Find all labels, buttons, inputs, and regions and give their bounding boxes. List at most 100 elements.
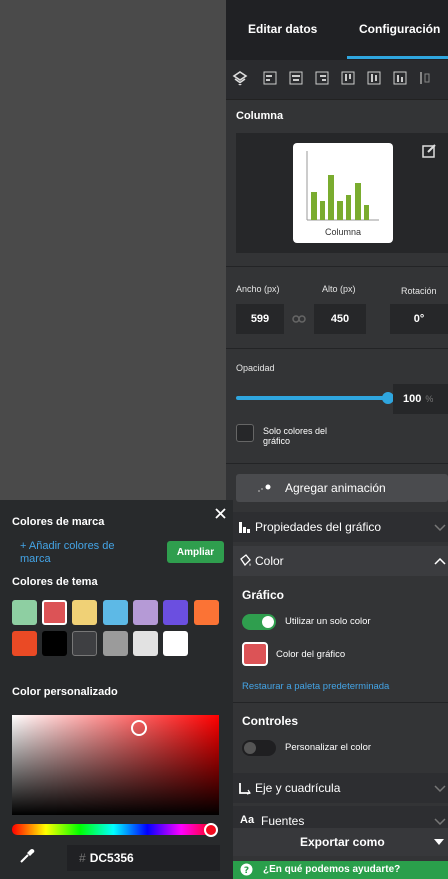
theme-swatch[interactable] (133, 631, 158, 656)
custom-color-toggle[interactable] (242, 740, 276, 756)
edit-icon[interactable] (421, 143, 437, 159)
tab-editar-datos[interactable]: Editar datos (248, 22, 317, 36)
theme-swatch[interactable] (163, 631, 188, 656)
hex-value: DC5356 (89, 851, 134, 865)
divider (226, 463, 448, 464)
theme-swatch[interactable] (72, 600, 97, 625)
opacity-label: Opacidad (236, 363, 275, 373)
accordion-chart-properties-label: Propiedades del gráfico (255, 520, 382, 534)
chart-preview-box: Columna (236, 133, 448, 253)
chevron-down-icon (434, 818, 446, 825)
chart-type-title: Columna (236, 110, 284, 122)
ampliar-button[interactable]: Ampliar (167, 541, 224, 563)
add-animation-label: Agregar animación (285, 481, 386, 495)
tab-bar: Editar datos Configuración (226, 0, 448, 60)
bar-chart-icon (239, 522, 250, 533)
align-center-icon[interactable] (288, 70, 304, 86)
hex-hash: # (79, 851, 86, 865)
height-label: Alto (px) (322, 284, 356, 294)
column-chart-thumbnail (306, 151, 379, 221)
chevron-up-icon (434, 558, 446, 565)
single-color-label: Utilizar un solo color (285, 616, 371, 627)
toggle-knob (244, 742, 256, 754)
accordion-chart-properties[interactable]: Propiedades del gráfico (226, 512, 448, 542)
single-color-toggle[interactable] (242, 614, 276, 630)
theme-swatch[interactable] (12, 631, 37, 656)
saturation-picker-handle[interactable] (131, 720, 147, 736)
rotation-input[interactable]: 0° (390, 304, 448, 334)
animation-icon (258, 484, 271, 492)
add-animation-button[interactable]: Agregar animación (236, 474, 448, 502)
accordion-fonts-label: Fuentes (261, 814, 305, 828)
export-button[interactable]: Exportar como (226, 828, 448, 856)
chart-type-label: Columna (324, 227, 362, 237)
width-input[interactable]: 599 (236, 304, 284, 334)
help-bar[interactable]: ? ¿En qué podemos ayudarte? (226, 861, 448, 879)
solo-colores-checkbox[interactable] (236, 424, 254, 442)
opacity-slider-track[interactable] (236, 396, 388, 400)
chevron-down-icon (434, 524, 446, 531)
close-icon[interactable] (215, 508, 226, 519)
hue-slider-thumb[interactable] (204, 823, 218, 837)
theme-colors-title: Colores de tema (12, 576, 98, 588)
theme-swatch[interactable] (133, 600, 158, 625)
saturation-area[interactable] (12, 715, 219, 815)
add-brand-colors-link[interactable]: + Añadir colores de marca (20, 540, 145, 566)
help-label: ¿En qué podemos ayudarte? (263, 864, 401, 875)
chart-color-label: Color del gráfico (276, 649, 346, 660)
help-icon: ? (240, 863, 253, 876)
rotation-label: Rotación (401, 286, 437, 296)
restore-palette-link[interactable]: Restaurar a paleta predeterminada (242, 681, 389, 692)
align-toolbar (226, 60, 448, 100)
accordion-axis-grid[interactable]: Eje y cuadrícula (226, 773, 448, 803)
link-icon[interactable] (292, 313, 306, 325)
controles-title: Controles (242, 714, 299, 728)
align-bottom-icon[interactable] (392, 70, 408, 86)
align-left-icon[interactable] (262, 70, 278, 86)
align-right-icon[interactable] (314, 70, 330, 86)
export-label: Exportar como (300, 835, 385, 849)
svg-text:?: ? (244, 866, 249, 876)
hue-slider[interactable] (12, 824, 215, 835)
align-top-icon[interactable] (340, 70, 356, 86)
grafico-title: Gráfico (242, 588, 285, 602)
distribute-icon[interactable] (418, 70, 434, 86)
axis-icon (239, 783, 251, 795)
opacity-input[interactable]: 100 % (393, 384, 448, 414)
hex-input[interactable]: # DC5356 (67, 845, 220, 871)
tab-configuracion[interactable]: Configuración (359, 22, 440, 36)
theme-swatch-selected[interactable] (42, 600, 67, 625)
theme-swatch[interactable] (12, 600, 37, 625)
settings-panel: Editar datos Configuración Columna Colum… (226, 0, 448, 879)
opacity-value: 100 (403, 393, 422, 405)
divider (226, 702, 448, 703)
divider (226, 266, 448, 267)
fonts-icon: Aa (240, 814, 255, 826)
toggle-knob (262, 616, 274, 628)
theme-swatch[interactable] (103, 631, 128, 656)
theme-swatch[interactable] (194, 600, 219, 625)
custom-color-label: Personalizar el color (285, 742, 372, 753)
align-middle-icon[interactable] (366, 70, 382, 86)
eyedropper-icon[interactable] (18, 847, 36, 865)
brand-colors-title: Colores de marca (12, 516, 105, 528)
custom-color-title: Color personalizado (12, 686, 118, 698)
chart-type-card[interactable]: Columna (293, 143, 393, 243)
theme-swatch[interactable] (72, 631, 97, 656)
theme-swatch[interactable] (103, 600, 128, 625)
opacity-unit: % (425, 394, 434, 404)
theme-swatch[interactable] (163, 600, 188, 625)
divider (226, 348, 448, 349)
chevron-down-icon (434, 785, 446, 792)
chart-color-swatch[interactable] (242, 642, 268, 666)
width-label: Ancho (px) (236, 284, 280, 294)
accordion-axis-grid-label: Eje y cuadrícula (255, 781, 341, 795)
accordion-color[interactable]: Color (226, 546, 448, 576)
theme-swatch[interactable] (42, 631, 67, 656)
accordion-color-label: Color (255, 554, 284, 568)
paint-bucket-icon (240, 554, 251, 567)
active-tab-indicator (347, 56, 448, 59)
layers-icon[interactable] (232, 70, 248, 86)
height-input[interactable]: 450 (314, 304, 366, 334)
caret-down-icon (434, 839, 444, 845)
